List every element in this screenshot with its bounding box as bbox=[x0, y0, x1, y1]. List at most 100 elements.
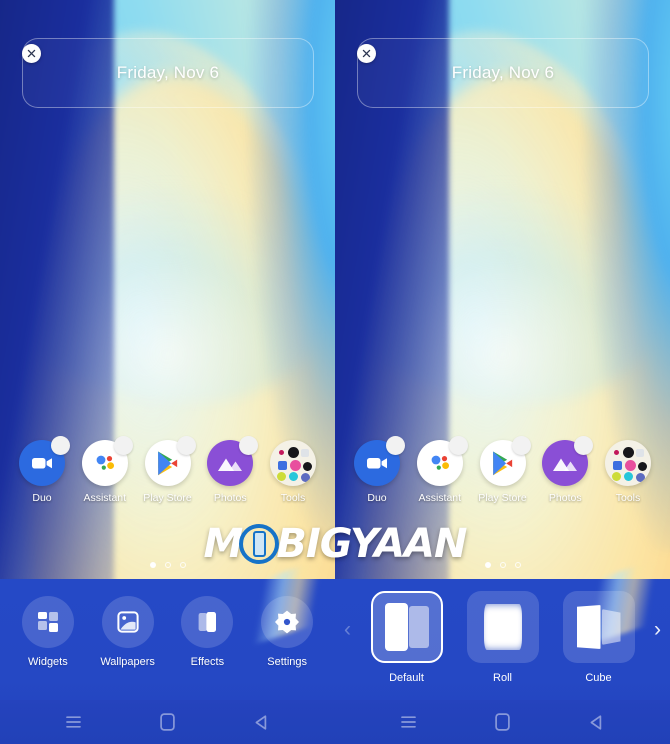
effect-label: Cube bbox=[585, 672, 612, 684]
assistant-dots-icon bbox=[96, 455, 114, 470]
app-folder-tools[interactable]: Tools bbox=[265, 440, 321, 504]
app-label: Photos bbox=[213, 492, 247, 504]
app-play-store[interactable]: Play Store bbox=[475, 436, 531, 504]
app-folder-tools[interactable]: Tools bbox=[600, 440, 656, 504]
system-navbar-right bbox=[335, 700, 670, 744]
grid-squares-icon bbox=[37, 612, 58, 632]
date-widget[interactable]: Friday, Nov 6 bbox=[357, 38, 649, 108]
app-play-store-icon-wrap bbox=[144, 436, 196, 486]
home-button[interactable] bbox=[480, 700, 524, 744]
app-label: Play Store bbox=[143, 492, 192, 504]
toolbar-item-wallpapers[interactable]: Wallpapers bbox=[95, 596, 161, 668]
toolbar-item-label: Settings bbox=[267, 656, 307, 668]
app-photos[interactable]: Photos bbox=[202, 436, 259, 504]
folder-icon bbox=[605, 440, 651, 486]
app-label: Duo bbox=[32, 492, 52, 504]
page-indicator-left bbox=[0, 562, 335, 568]
app-photos[interactable]: Photos bbox=[537, 436, 594, 504]
close-icon bbox=[27, 49, 36, 58]
page-dot[interactable] bbox=[179, 562, 186, 568]
toolbar-item-settings[interactable]: Settings bbox=[254, 596, 320, 668]
gear-icon bbox=[261, 596, 314, 648]
app-play-store[interactable]: Play Store bbox=[140, 436, 196, 504]
app-label: Tools bbox=[615, 492, 641, 504]
launcher-panel-right: Friday, Nov 6 Duo Assistant Play Store P… bbox=[335, 0, 670, 744]
square-icon bbox=[160, 713, 175, 731]
recents-button[interactable] bbox=[386, 700, 430, 744]
page-dot[interactable] bbox=[164, 562, 171, 568]
date-widget-label: Friday, Nov 6 bbox=[116, 63, 220, 82]
back-triangle-icon bbox=[590, 714, 602, 730]
effect-label: Default bbox=[389, 672, 424, 684]
play-triangle-icon bbox=[158, 451, 178, 475]
effects-panel: ‹ › Default Roll Cube bbox=[335, 555, 670, 744]
effect-option-roll[interactable]: Roll bbox=[463, 591, 543, 684]
app-assistant[interactable]: Assistant bbox=[412, 436, 468, 504]
app-badge bbox=[176, 436, 196, 455]
app-duo-icon-wrap bbox=[19, 436, 70, 486]
app-duo-icon-wrap bbox=[354, 436, 405, 486]
app-assistant-icon-wrap bbox=[81, 436, 133, 486]
effect-label: Roll bbox=[493, 672, 512, 684]
default-pages-glyph bbox=[384, 603, 429, 651]
mountains-icon bbox=[553, 458, 578, 471]
home-button[interactable] bbox=[145, 700, 189, 744]
date-widget-remove-button[interactable] bbox=[22, 44, 41, 63]
app-play-store-icon-wrap bbox=[479, 436, 531, 486]
app-assistant-icon-wrap bbox=[416, 436, 468, 486]
toolbar-item-effects[interactable]: Effects bbox=[174, 596, 240, 668]
screenshot-stage: Friday, Nov 6 Duo Assistant Play Store P… bbox=[0, 0, 670, 744]
page-flip-icon bbox=[198, 612, 217, 632]
back-triangle-icon bbox=[255, 714, 267, 730]
app-label: Assistant bbox=[83, 492, 127, 504]
app-label: Assistant bbox=[418, 492, 462, 504]
page-dot[interactable] bbox=[514, 562, 521, 568]
system-navbar-left bbox=[0, 700, 335, 744]
hamburger-icon bbox=[400, 716, 416, 728]
date-widget-label: Friday, Nov 6 bbox=[451, 63, 555, 82]
back-button[interactable] bbox=[575, 700, 619, 744]
toolbar-item-label: Effects bbox=[190, 656, 225, 668]
effect-default-icon bbox=[370, 591, 443, 663]
roll-page-glyph bbox=[483, 604, 522, 650]
effect-roll-icon bbox=[466, 591, 539, 663]
toolbar-item-widgets[interactable]: Widgets bbox=[15, 596, 81, 668]
app-badge bbox=[239, 436, 259, 455]
toolbar-item-label: Wallpapers bbox=[100, 656, 155, 668]
app-photos-icon-wrap bbox=[542, 436, 594, 486]
app-duo[interactable]: Duo bbox=[14, 436, 70, 504]
app-duo[interactable]: Duo bbox=[349, 436, 405, 504]
date-widget[interactable]: Friday, Nov 6 bbox=[22, 38, 314, 108]
folder-icon bbox=[270, 440, 316, 486]
recents-button[interactable] bbox=[51, 700, 95, 744]
app-tools-icon-wrap bbox=[605, 440, 651, 486]
app-row-right: Duo Assistant Play Store Photos Tools bbox=[335, 436, 670, 504]
effects-carousel: Default Roll Cube bbox=[335, 591, 670, 684]
page-dot-active[interactable] bbox=[149, 562, 156, 568]
widgets-grid-icon bbox=[21, 596, 74, 648]
transition-effects-icon bbox=[181, 596, 234, 648]
effect-option-default[interactable]: Default bbox=[367, 591, 447, 684]
wallpaper-picture-icon bbox=[101, 596, 154, 648]
video-camera-icon bbox=[32, 458, 52, 469]
effect-option-cube[interactable]: Cube bbox=[559, 591, 639, 684]
app-label: Tools bbox=[280, 492, 306, 504]
app-assistant[interactable]: Assistant bbox=[77, 436, 133, 504]
app-badge bbox=[448, 436, 468, 455]
app-badge bbox=[51, 436, 70, 455]
play-triangle-icon bbox=[493, 451, 513, 475]
page-dot[interactable] bbox=[499, 562, 506, 568]
editor-toolbar: Widgets Wallpapers Effects Settings bbox=[0, 596, 335, 668]
app-badge bbox=[113, 436, 133, 455]
date-widget-remove-button[interactable] bbox=[357, 44, 376, 63]
app-badge bbox=[511, 436, 531, 455]
video-camera-icon bbox=[367, 458, 387, 469]
launcher-panel-left: Friday, Nov 6 Duo Assistant Play Store P… bbox=[0, 0, 335, 744]
page-dot-active[interactable] bbox=[484, 562, 491, 568]
back-button[interactable] bbox=[240, 700, 284, 744]
mountains-icon bbox=[218, 458, 243, 471]
app-photos-icon-wrap bbox=[207, 436, 259, 486]
folder-mini-grid bbox=[270, 440, 316, 486]
picture-frame-icon bbox=[117, 611, 139, 633]
cube-faces-glyph bbox=[576, 603, 621, 651]
